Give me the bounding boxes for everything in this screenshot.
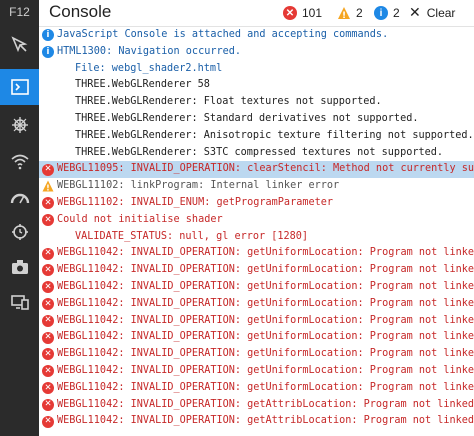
console-message[interactable]: ✕ WEBGL11042: INVALID_OPERATION: getUnif… xyxy=(39,245,474,262)
error-icon: ✕ xyxy=(283,6,297,20)
network-tool[interactable] xyxy=(0,143,39,179)
console-message[interactable]: ✕ WEBGL11042: INVALID_OPERATION: getUnif… xyxy=(39,279,474,296)
screenshot-tool[interactable] xyxy=(0,249,39,285)
console-icon xyxy=(10,79,29,95)
error-icon: ✕ xyxy=(42,264,54,277)
console-message[interactable]: THREE.WebGLRenderer 58 xyxy=(39,77,474,94)
info-icon: i xyxy=(374,6,388,20)
console-message[interactable]: ✕ WEBGL11042: INVALID_OPERATION: getUnif… xyxy=(39,296,474,313)
console-message[interactable]: ✕ WEBGL11042: INVALID_OPERATION: getUnif… xyxy=(39,363,474,380)
console-message[interactable]: THREE.WebGLRenderer: Float textures not … xyxy=(39,94,474,111)
error-icon: ✕ xyxy=(42,281,54,294)
debugger-tool[interactable] xyxy=(0,106,39,142)
svg-text:!: ! xyxy=(342,11,346,20)
error-icon: ✕ xyxy=(42,348,54,361)
performance-tool[interactable] xyxy=(0,180,39,216)
console-message[interactable]: ✕ WEBGL11042: INVALID_OPERATION: getAttr… xyxy=(39,397,474,414)
console-message[interactable]: i JavaScript Console is attached and acc… xyxy=(39,27,474,44)
console-message[interactable]: ✕ WEBGL11042: INVALID_OPERATION: getUnif… xyxy=(39,262,474,279)
warning-count: 2 xyxy=(356,6,363,20)
error-filter[interactable]: ✕ 101 xyxy=(283,5,322,21)
console-tool[interactable] xyxy=(0,69,39,105)
console-message[interactable]: ✕ WEBGL11042: INVALID_OPERATION: getUnif… xyxy=(39,329,474,346)
console-message[interactable]: ✕ WEBGL11042: INVALID_OPERATION: getUnif… xyxy=(39,313,474,330)
debugger-icon xyxy=(11,117,28,133)
error-icon: ✕ xyxy=(42,365,54,378)
dom-explorer-tool[interactable] xyxy=(0,27,39,63)
svg-text:!: ! xyxy=(46,184,50,193)
clear-label: Clear xyxy=(426,5,456,20)
console-message[interactable]: ✕ WEBGL11102: INVALID_ENUM: getProgramPa… xyxy=(39,195,474,212)
clear-icon: ✕ xyxy=(409,4,421,20)
dom-explorer-icon xyxy=(10,36,27,53)
error-icon: ✕ xyxy=(42,331,54,344)
console-message[interactable]: i HTML1300: Navigation occurred. xyxy=(39,44,474,61)
console-message[interactable]: ✕ WEBGL11042: INVALID_OPERATION: getUnif… xyxy=(39,380,474,397)
error-icon: ✕ xyxy=(42,213,54,226)
warning-icon: ! xyxy=(338,7,350,20)
console-message[interactable]: THREE.WebGLRenderer: S3TC compressed tex… xyxy=(39,145,474,162)
console-message[interactable]: ✕ Could not initialise shader xyxy=(39,212,474,229)
info-filter[interactable]: i 2 xyxy=(374,5,400,21)
error-icon: ✕ xyxy=(42,398,54,411)
memory-tool[interactable] xyxy=(0,214,39,250)
error-icon: ✕ xyxy=(42,247,54,260)
console-message[interactable]: THREE.WebGLRenderer: Standard derivative… xyxy=(39,111,474,128)
warning-icon: ! xyxy=(42,180,54,192)
performance-icon xyxy=(10,193,29,204)
error-count: 101 xyxy=(302,6,323,20)
console-message-detail[interactable]: File: webgl_shader2.html xyxy=(39,61,474,78)
info-icon: i xyxy=(42,45,54,58)
console-header: Console ✕ 101 ! 2 i 2 ✕ Clear xyxy=(39,0,474,27)
clear-button[interactable]: ✕ Clear xyxy=(409,4,455,21)
console-message[interactable]: ✕ WEBGL11042: INVALID_OPERATION: getAttr… xyxy=(39,413,474,430)
error-icon: ✕ xyxy=(42,163,54,176)
emulation-tool[interactable] xyxy=(0,284,39,320)
warning-filter[interactable]: ! 2 xyxy=(337,5,363,21)
panel-title: Console xyxy=(49,2,112,21)
info-icon: i xyxy=(42,29,54,42)
info-count: 2 xyxy=(393,6,400,20)
emulation-icon xyxy=(10,295,29,310)
error-icon: ✕ xyxy=(42,197,54,210)
screenshot-icon xyxy=(11,260,28,274)
console-message-selected[interactable]: ✕ WEBGL11095: INVALID_OPERATION: clearSt… xyxy=(39,161,474,179)
f12-label: F12 xyxy=(9,5,30,19)
console-message[interactable]: THREE.WebGLRenderer: Anisotropic texture… xyxy=(39,128,474,145)
network-icon xyxy=(10,154,29,170)
error-icon: ✕ xyxy=(42,314,54,327)
error-icon: ✕ xyxy=(42,381,54,394)
memory-icon xyxy=(11,224,28,240)
error-icon: ✕ xyxy=(42,415,54,428)
error-icon: ✕ xyxy=(42,297,54,310)
console-message[interactable]: ✕ WEBGL11042: INVALID_OPERATION: getUnif… xyxy=(39,346,474,363)
console-output[interactable]: i JavaScript Console is attached and acc… xyxy=(39,27,474,436)
console-message-detail[interactable]: VALIDATE_STATUS: null, gl error [1280] xyxy=(39,229,474,246)
console-message[interactable]: ! WEBGL11102: linkProgram: Internal link… xyxy=(39,178,474,195)
tool-sidebar: F12 xyxy=(0,0,39,436)
